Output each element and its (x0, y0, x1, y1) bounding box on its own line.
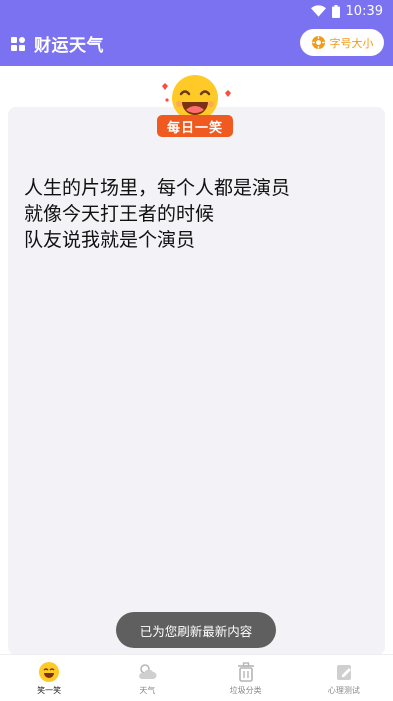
wifi-icon (310, 5, 326, 17)
app-bar: 财运天气 字号大小 (0, 27, 393, 59)
status-time: 10:39 (345, 3, 383, 19)
nav-label-smile: 笑一笑 (37, 686, 62, 695)
app-header: 10:39 财运天气 字号大小 (0, 0, 393, 66)
trash-icon (237, 662, 254, 682)
joke-text: 人生的片场里，每个人都是演员 就像今天打王者的时候 队友说我就是个演员 (24, 177, 291, 251)
font-size-label: 字号大小 (329, 36, 374, 50)
smile-emoji-icon (39, 662, 60, 682)
daily-laugh-badge: 每日一笑 (157, 115, 233, 137)
refresh-toast: 已为您刷新最新内容 (116, 612, 276, 648)
font-size-button[interactable]: 字号大小 (300, 29, 384, 56)
gear-icon (311, 35, 325, 50)
bottom-nav: 笑一笑 天气 垃圾分类 心理测试 (0, 654, 393, 701)
status-bar: 10:39 (310, 2, 383, 20)
nav-item-psych-test[interactable]: 心理测试 (295, 655, 393, 701)
app-title: 财运天气 (34, 36, 104, 56)
nav-label-trash: 垃圾分类 (229, 686, 262, 695)
nav-label-psych-test: 心理测试 (327, 686, 360, 695)
battery-icon (331, 4, 340, 18)
nav-item-smile[interactable]: 笑一笑 (0, 655, 98, 701)
nav-item-weather[interactable]: 天气 (98, 655, 196, 701)
weather-icon (139, 664, 157, 679)
edit-note-icon (336, 665, 351, 680)
nav-label-weather: 天气 (139, 686, 156, 695)
grid-menu-icon[interactable] (11, 37, 25, 51)
nav-item-trash[interactable]: 垃圾分类 (197, 655, 295, 701)
